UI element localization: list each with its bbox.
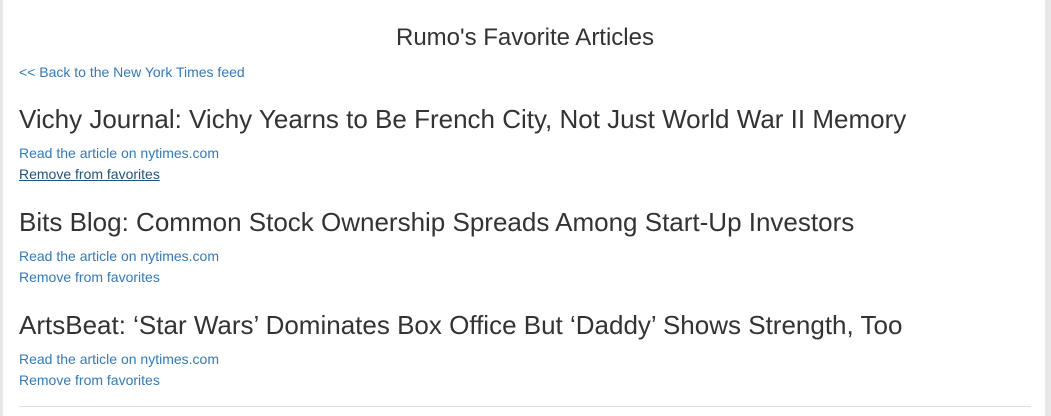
remove-favorite-link[interactable]: Remove from favorites [19,370,160,391]
article-item: Vichy Journal: Vichy Yearns to Be French… [19,104,906,185]
article-title: ArtsBeat: ‘Star Wars’ Dominates Box Offi… [19,310,903,340]
article-title: Vichy Journal: Vichy Yearns to Be French… [19,104,907,134]
left-border [0,0,3,416]
remove-favorite-link[interactable]: Remove from favorites [19,164,160,185]
back-to-feed-link[interactable]: << Back to the New York Times feed [19,62,245,83]
remove-favorite-link[interactable]: Remove from favorites [19,267,160,288]
divider [19,406,1031,407]
read-article-link[interactable]: Read the article on nytimes.com [19,246,219,267]
article-title: Bits Blog: Common Stock Ownership Spread… [19,207,855,237]
read-article-link[interactable]: Read the article on nytimes.com [19,143,219,164]
article-item: ArtsBeat: ‘Star Wars’ Dominates Box Offi… [19,310,902,391]
article-item: Bits Blog: Common Stock Ownership Spread… [19,207,854,288]
scrollbar-track[interactable] [1045,0,1051,416]
read-article-link[interactable]: Read the article on nytimes.com [19,349,219,370]
page-title: Rumo's Favorite Articles [396,24,654,51]
